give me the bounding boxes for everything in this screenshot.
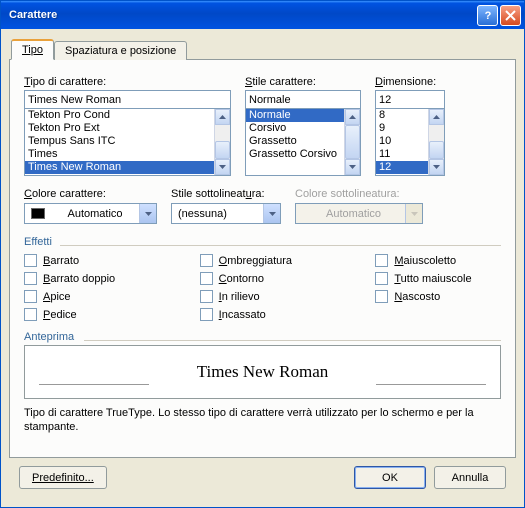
effects-group-label: Effetti (24, 236, 501, 248)
chevron-down-icon (139, 204, 156, 223)
checkbox-label: Barrato (43, 255, 79, 267)
scroll-up-icon[interactable] (429, 109, 444, 125)
checkbox-icon (375, 272, 388, 285)
scroll-up-icon[interactable] (345, 109, 360, 125)
checkbox-smallcaps[interactable]: Maiuscoletto (375, 254, 501, 267)
checkbox-icon (24, 254, 37, 267)
checkbox-allcaps[interactable]: Tutto maiuscole (375, 272, 501, 285)
tab-strip: Tipo Spaziatura e posizione (9, 37, 516, 59)
checkbox-strike[interactable]: Barrato (24, 254, 150, 267)
checkbox-label: Tutto maiuscole (394, 273, 471, 285)
checkbox-icon (200, 290, 213, 303)
checkbox-label: Maiuscoletto (394, 255, 456, 267)
list-item[interactable]: Tekton Pro Cond (25, 109, 214, 122)
list-item[interactable]: 8 (376, 109, 428, 122)
list-item[interactable]: Corsivo (246, 122, 344, 135)
checkbox-icon (24, 308, 37, 321)
list-item[interactable]: Tekton Pro Ext (25, 122, 214, 135)
ok-button[interactable]: OK (354, 466, 426, 489)
checkbox-shadow[interactable]: Ombreggiatura (200, 254, 326, 267)
checkbox-label: Incassato (219, 309, 266, 321)
character-dialog: Carattere ? Tipo Spaziatura e posizione … (0, 0, 525, 508)
style-label: Stile carattere: (245, 76, 361, 88)
preview-text: Times New Roman (197, 362, 329, 382)
tab-spacing[interactable]: Spaziatura e posizione (54, 41, 187, 60)
font-scrollbar[interactable] (214, 109, 230, 175)
tab-panel: Tipo di carattere: Tekton Pro CondTekton… (9, 59, 516, 458)
checkbox-outline[interactable]: Contorno (200, 272, 326, 285)
underline-label: Stile sottolineatura: (171, 188, 281, 200)
underline-color-combo: Automatico (295, 203, 423, 224)
list-item[interactable]: Normale (246, 109, 344, 122)
list-item[interactable]: Times (25, 148, 214, 161)
cancel-button[interactable]: Annulla (434, 466, 506, 489)
chevron-down-icon (263, 204, 280, 223)
preview-group-label: Anteprima (24, 331, 501, 343)
font-label: Tipo di carattere: (24, 76, 231, 88)
list-item[interactable]: Grassetto (246, 135, 344, 148)
size-list[interactable]: 89101112 (376, 109, 428, 175)
svg-text:?: ? (484, 10, 491, 21)
close-button[interactable] (500, 5, 521, 26)
size-input[interactable] (375, 90, 445, 109)
checkbox-label: Pedice (43, 309, 77, 321)
checkbox-hidden[interactable]: Nascosto (375, 290, 501, 303)
font-color-combo[interactable]: Automatico (24, 203, 157, 224)
checkbox-label: Ombreggiatura (219, 255, 292, 267)
checkbox-sub[interactable]: Pedice (24, 308, 150, 321)
checkbox-label: Contorno (219, 273, 264, 285)
checkbox-label: In rilievo (219, 291, 260, 303)
checkbox-icon (24, 290, 37, 303)
help-button[interactable]: ? (477, 5, 498, 26)
checkbox-icon (375, 254, 388, 267)
checkbox-super[interactable]: Apice (24, 290, 150, 303)
font-description: Tipo di carattere TrueType. Lo stesso ti… (24, 407, 501, 435)
list-item[interactable]: 12 (376, 161, 428, 174)
list-item[interactable]: 11 (376, 148, 428, 161)
checkbox-icon (24, 272, 37, 285)
tab-type[interactable]: Tipo (11, 39, 54, 60)
preview-box: Times New Roman (24, 345, 501, 399)
style-input[interactable] (245, 90, 361, 109)
list-item[interactable]: 9 (376, 122, 428, 135)
window-title: Carattere (9, 9, 477, 21)
font-input[interactable] (24, 90, 231, 109)
checkbox-icon (200, 272, 213, 285)
checkbox-emboss[interactable]: In rilievo (200, 290, 326, 303)
checkbox-icon (200, 254, 213, 267)
checkbox-dstrike[interactable]: Barrato doppio (24, 272, 150, 285)
scroll-down-icon[interactable] (429, 159, 444, 175)
checkbox-label: Barrato doppio (43, 273, 115, 285)
scroll-up-icon[interactable] (215, 109, 230, 125)
color-chip-icon (31, 208, 45, 219)
list-item[interactable]: Times New Roman (25, 161, 214, 174)
font-list[interactable]: Tekton Pro CondTekton Pro ExtTempus Sans… (25, 109, 214, 175)
style-list[interactable]: NormaleCorsivoGrassettoGrassetto Corsivo (246, 109, 344, 175)
default-button[interactable]: Predefinito... (19, 466, 107, 489)
underline-color-label: Colore sottolineatura: (295, 188, 423, 200)
list-item[interactable]: Grassetto Corsivo (246, 148, 344, 161)
size-scrollbar[interactable] (428, 109, 444, 175)
titlebar[interactable]: Carattere ? (1, 1, 524, 29)
checkbox-engrave[interactable]: Incassato (200, 308, 326, 321)
scroll-down-icon[interactable] (345, 159, 360, 175)
chevron-down-icon (405, 204, 422, 223)
list-item[interactable]: 10 (376, 135, 428, 148)
checkbox-label: Apice (43, 291, 71, 303)
underline-style-combo[interactable]: (nessuna) (171, 203, 281, 224)
checkbox-icon (200, 308, 213, 321)
checkbox-label: Nascosto (394, 291, 440, 303)
checkbox-icon (375, 290, 388, 303)
scroll-down-icon[interactable] (215, 159, 230, 175)
color-label: Colore carattere: (24, 188, 157, 200)
list-item[interactable]: Tempus Sans ITC (25, 135, 214, 148)
style-scrollbar[interactable] (344, 109, 360, 175)
size-label: Dimensione: (375, 76, 445, 88)
